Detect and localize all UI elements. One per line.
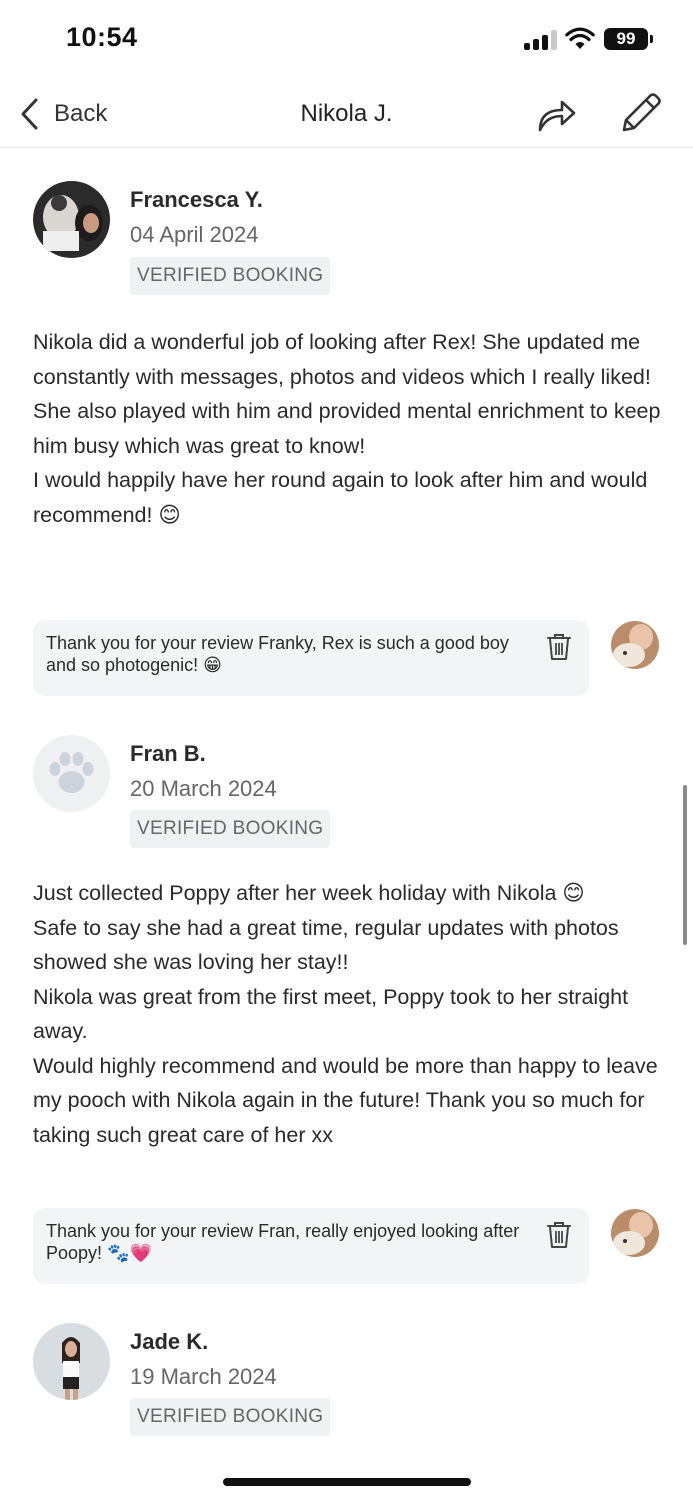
review-paragraph: Safe to say she had a great time, regula…: [33, 915, 619, 975]
review-paragraph: Would highly recommend and would be more…: [33, 1053, 658, 1147]
status-bar: 10:54 99: [0, 0, 693, 80]
owner-reply: Thank you for your review Franky, Rex is…: [33, 620, 589, 696]
review-date: 04 April 2024: [130, 222, 259, 247]
sitter-avatar: [611, 1209, 659, 1257]
review-paragraph: Nikola was great from the first meet, Po…: [33, 984, 629, 1044]
placeholder-avatar: [33, 735, 110, 812]
review-paragraph: She also played with him and provided me…: [33, 399, 661, 458]
reviewer-name: Francesca Y.: [130, 187, 263, 212]
reply-text: Thank you for your review Franky, Rex is…: [46, 633, 509, 675]
pencil-icon[interactable]: [618, 90, 664, 136]
page-title: Nikola J.: [300, 100, 393, 127]
scrollbar[interactable]: [683, 785, 687, 945]
review-text: Nikola did a wonderful job of looking af…: [33, 325, 673, 532]
paw-icon: [49, 752, 94, 793]
review-paragraph: I would happily have her round again to …: [33, 468, 648, 527]
review-date: 20 March 2024: [130, 776, 277, 801]
home-indicator[interactable]: [223, 1478, 471, 1486]
share-arrow-icon[interactable]: [534, 92, 578, 136]
status-time: 10:54: [66, 22, 138, 52]
wifi-icon: [565, 27, 595, 49]
verified-badge: VERIFIED BOOKING: [130, 257, 331, 295]
sitter-avatar: [611, 621, 659, 669]
review-text: Just collected Poppy after her week holi…: [33, 876, 673, 1152]
reviewer-avatar: [33, 181, 110, 258]
battery-icon: 99: [604, 28, 653, 50]
cellular-signal-icon: [524, 30, 558, 50]
reply-text: Thank you for your review Fran, really e…: [46, 1221, 520, 1263]
owner-reply: Thank you for your review Fran, really e…: [33, 1208, 589, 1284]
verified-badge: VERIFIED BOOKING: [130, 1398, 331, 1436]
review-date: 19 March 2024: [130, 1364, 277, 1389]
reviewer-avatar: [33, 1323, 110, 1400]
reviewer-name: Fran B.: [130, 741, 206, 766]
verified-badge: VERIFIED BOOKING: [130, 810, 331, 848]
reviewer-name: Jade K.: [130, 1329, 209, 1354]
review-paragraph: Nikola did a wonderful job of looking af…: [33, 330, 651, 389]
review-paragraph: Just collected Poppy after her week holi…: [33, 881, 585, 905]
trash-icon[interactable]: [546, 633, 572, 661]
trash-icon[interactable]: [546, 1221, 572, 1249]
nav-bar: Back Nikola J.: [0, 80, 693, 148]
